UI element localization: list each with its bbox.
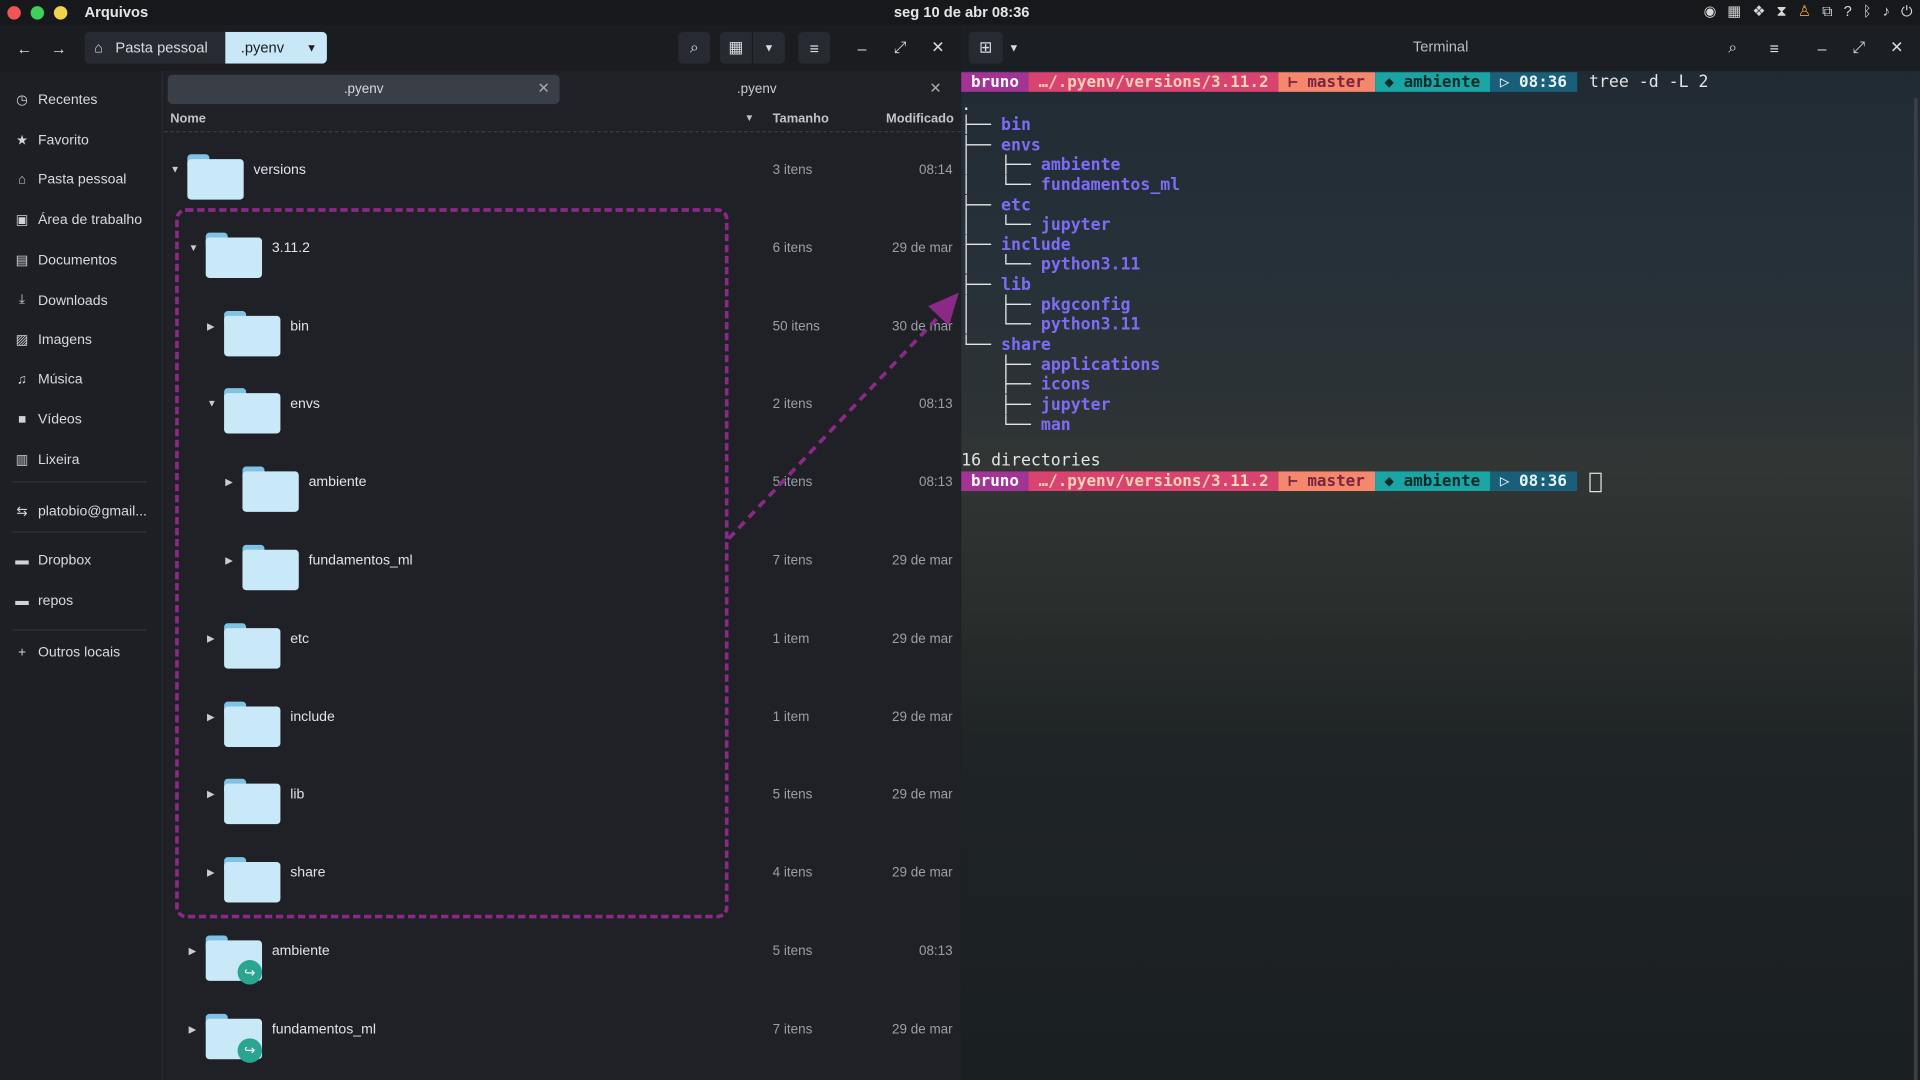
annotation-arrow-line [727,310,945,541]
screen: Arquivos seg 10 de abr 08:36 ◉ ▦ ❖ ⧗ ♙ ⧉… [0,0,1920,1080]
annotation-arrow [727,292,959,541]
